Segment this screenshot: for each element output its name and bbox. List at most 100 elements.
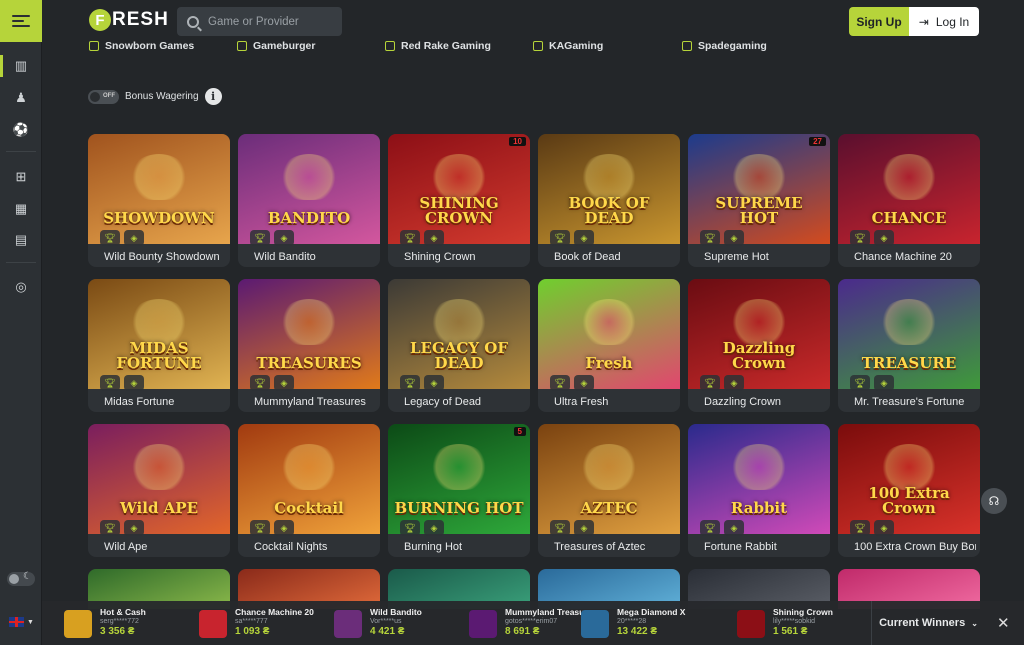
game-card[interactable]: Dazzling Crown 🏆︎ ◈ Dazzling Crown	[688, 279, 830, 412]
game-title[interactable]: Burning Hot	[404, 541, 526, 553]
winner-item[interactable]: Hot & Cash serg*****772 3 356 ₴	[64, 607, 146, 641]
game-thumbnail[interactable]: SHINING CROWN 10	[388, 134, 530, 244]
winner-item[interactable]: Chance Machine 20 sa*****777 1 093 ₴	[199, 607, 314, 641]
game-title[interactable]: Wild Bounty Showdown	[104, 251, 226, 263]
logo[interactable]: F RESH	[89, 9, 169, 31]
game-title[interactable]: Book of Dead	[554, 251, 676, 263]
gift-icon[interactable]: ⊞	[0, 166, 42, 188]
sign-up-button[interactable]: Sign Up	[849, 7, 909, 36]
game-thumbnail[interactable]: Wild APE	[88, 424, 230, 534]
winner-item[interactable]: Mega Diamond X 20*****28 13 422 ₴	[581, 607, 685, 641]
game-thumbnail[interactable]: Rabbit	[688, 424, 830, 534]
game-card[interactable]: TREASURES 🏆︎ ◈ Mummyland Treasures	[238, 279, 380, 412]
game-title[interactable]: Shining Crown	[404, 251, 526, 263]
hamburger-icon	[12, 12, 30, 30]
bonus-wagering-toggle[interactable]: OFF	[88, 89, 119, 104]
game-card[interactable]: BURNING HOT 5 🏆︎ ◈ Burning Hot	[388, 424, 530, 557]
trophy-icon: 🏆︎	[550, 520, 570, 536]
game-title[interactable]: Wild Bandito	[254, 251, 376, 263]
game-title[interactable]: 100 Extra Crown Buy Bonus	[854, 541, 976, 553]
winner-item[interactable]: Shining Crown lily*****sobkid 1 561 ₴	[737, 607, 833, 641]
provider-option[interactable]: Snowborn Games	[89, 40, 194, 52]
game-thumbnail[interactable]: Dazzling Crown	[688, 279, 830, 389]
search-input[interactable]	[208, 15, 333, 28]
game-title[interactable]: Midas Fortune	[104, 396, 226, 408]
winner-game-name: Wild Bandito	[370, 607, 422, 617]
game-thumbnail[interactable]: CHANCE	[838, 134, 980, 244]
game-thumbnail[interactable]: Cocktail	[238, 424, 380, 534]
game-title[interactable]: Wild Ape	[104, 541, 226, 553]
close-icon[interactable]: ✕	[997, 614, 1010, 632]
game-title[interactable]: Treasures of Aztec	[554, 541, 676, 553]
game-card[interactable]: TREASURE 🏆︎ ◈ Mr. Treasure's Fortune	[838, 279, 980, 412]
provider-option[interactable]: Red Rake Gaming	[385, 40, 491, 52]
winner-item[interactable]: Wild Bandito Vor*****us 4 421 ₴	[334, 607, 422, 641]
game-card[interactable]: BOOK OF DEAD 🏆︎ ◈ Book of Dead	[538, 134, 680, 267]
game-card[interactable]: Cocktail 🏆︎ ◈ Cocktail Nights	[238, 424, 380, 557]
game-card[interactable]: BANDITO 🏆︎ ◈ Wild Bandito	[238, 134, 380, 267]
game-title[interactable]: Legacy of Dead	[404, 396, 526, 408]
game-title[interactable]: Mummyland Treasures	[254, 396, 376, 408]
game-title[interactable]: Dazzling Crown	[704, 396, 826, 408]
language-selector[interactable]: ▼	[9, 617, 34, 627]
game-thumbnail[interactable]: TREASURE	[838, 279, 980, 389]
game-thumbnail[interactable]: BOOK OF DEAD	[538, 134, 680, 244]
game-card[interactable]: Wild APE 🏆︎ ◈ Wild Ape	[88, 424, 230, 557]
game-title[interactable]: Supreme Hot	[704, 251, 826, 263]
game-title[interactable]: Chance Machine 20	[854, 251, 976, 263]
game-card[interactable]: MIDAS FORTUNE 🏆︎ ◈ Midas Fortune	[88, 279, 230, 412]
game-title[interactable]: Ultra Fresh	[554, 396, 676, 408]
game-card[interactable]: SUPREME HOT 27 🏆︎ ◈ Supreme Hot	[688, 134, 830, 267]
game-card[interactable]: SHOWDOWN 🏆︎ ◈ Wild Bounty Showdown	[88, 134, 230, 267]
support-chat-button[interactable]: ☊	[981, 488, 1007, 514]
provider-option[interactable]: Spadegaming	[682, 40, 767, 52]
current-winners-dropdown[interactable]: Current Winners ⌄	[871, 601, 985, 645]
game-thumbnail[interactable]: TREASURES	[238, 279, 380, 389]
news-icon[interactable]: ▤	[0, 229, 42, 251]
winner-game-name: Chance Machine 20	[235, 607, 314, 617]
game-art	[129, 154, 189, 200]
menu-toggle-button[interactable]	[0, 0, 42, 42]
game-thumbnail[interactable]: AZTEC	[538, 424, 680, 534]
money-bag-icon: ◈	[874, 230, 894, 246]
vip-icon[interactable]: ◎	[0, 276, 42, 298]
game-card[interactable]: LEGACY OF DEAD 🏆︎ ◈ Legacy of Dead	[388, 279, 530, 412]
game-card[interactable]: Rabbit 🏆︎ ◈ Fortune Rabbit	[688, 424, 830, 557]
log-in-button[interactable]: ⇥ Log In	[909, 7, 979, 36]
calendar-icon[interactable]: ▦	[0, 198, 42, 220]
provider-option[interactable]: Gameburger	[237, 40, 315, 52]
game-card[interactable]: CHANCE 🏆︎ ◈ Chance Machine 20	[838, 134, 980, 267]
game-title[interactable]: Cocktail Nights	[254, 541, 376, 553]
game-thumbnail[interactable]: Fresh	[538, 279, 680, 389]
game-thumbnail[interactable]: LEGACY OF DEAD	[388, 279, 530, 389]
game-card[interactable]: 100 Extra Crown 🏆︎ ◈ 100 Extra Crown Buy Bo…	[838, 424, 980, 557]
live-casino-icon[interactable]: ♟	[0, 87, 42, 109]
game-card[interactable]: AZTEC 🏆︎ ◈ Treasures of Aztec	[538, 424, 680, 557]
game-thumbnail[interactable]: SHOWDOWN	[88, 134, 230, 244]
money-bag-icon: ◈	[574, 520, 594, 536]
provider-label: Red Rake Gaming	[401, 40, 491, 52]
money-bag-icon: ◈	[274, 520, 294, 536]
winner-item[interactable]: Mummyland Treasures gotos*****erim07 8 691…	[469, 607, 597, 641]
checkbox[interactable]	[533, 41, 543, 51]
search-box[interactable]	[177, 7, 342, 36]
checkbox[interactable]	[237, 41, 247, 51]
game-thumbnail[interactable]: 100 Extra Crown	[838, 424, 980, 534]
slots-icon[interactable]: ▥	[0, 55, 42, 77]
game-thumbnail[interactable]: MIDAS FORTUNE	[88, 279, 230, 389]
game-title[interactable]: Fortune Rabbit	[704, 541, 826, 553]
game-title[interactable]: Mr. Treasure's Fortune	[854, 396, 976, 408]
game-thumbnail[interactable]: BANDITO	[238, 134, 380, 244]
money-bag-icon: ◈	[574, 230, 594, 246]
game-thumbnail[interactable]: BURNING HOT 5	[388, 424, 530, 534]
theme-toggle[interactable]	[7, 571, 35, 586]
checkbox[interactable]	[385, 41, 395, 51]
info-icon[interactable]: i	[204, 88, 222, 105]
game-card[interactable]: SHINING CROWN 10 🏆︎ ◈ Shining Crown	[388, 134, 530, 267]
sports-icon[interactable]: ⚽	[0, 119, 42, 141]
game-card[interactable]: Fresh 🏆︎ ◈ Ultra Fresh	[538, 279, 680, 412]
checkbox[interactable]	[682, 41, 692, 51]
checkbox[interactable]	[89, 41, 99, 51]
provider-option[interactable]: KAGaming	[533, 40, 603, 52]
game-thumbnail[interactable]: SUPREME HOT 27	[688, 134, 830, 244]
